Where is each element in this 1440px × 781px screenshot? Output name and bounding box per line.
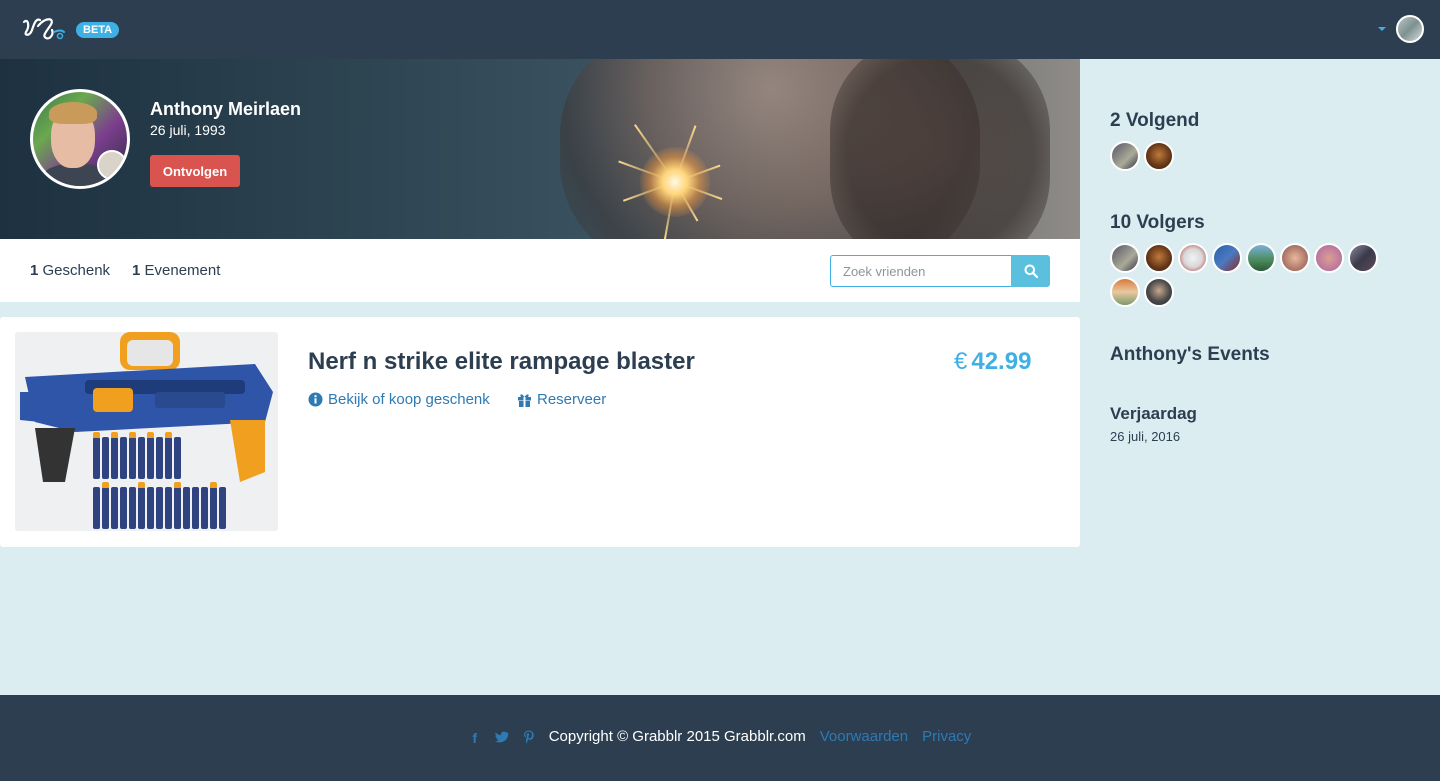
events-label: Evenement	[144, 262, 221, 279]
footer-copyright: Copyright © Grabblr 2015 Grabblr.com	[548, 728, 806, 745]
follower-avatar[interactable]	[1144, 277, 1174, 307]
gift-image[interactable]	[15, 332, 278, 531]
gift-card: Nerf n strike elite rampage blaster €42.…	[0, 317, 1080, 547]
follower-avatar[interactable]	[1110, 277, 1140, 307]
twitter-icon[interactable]	[494, 731, 509, 743]
following-avatar[interactable]	[1110, 141, 1140, 171]
terms-link[interactable]: Voorwaarden	[820, 728, 908, 745]
gift-price: €42.99	[954, 348, 1031, 376]
following-heading[interactable]: 2 Volgend	[1110, 110, 1199, 132]
follower-avatar[interactable]	[1178, 243, 1208, 273]
events-heading: Anthony's Events	[1110, 344, 1270, 365]
following-avatars	[1110, 141, 1410, 171]
price-amount: 42.99	[971, 348, 1032, 375]
reserve-gift-link[interactable]: Reserveer	[517, 391, 606, 408]
pinterest-icon[interactable]	[523, 730, 535, 744]
beta-badge: BETA	[76, 22, 120, 38]
privacy-link[interactable]: Privacy	[922, 728, 971, 745]
search-button[interactable]	[1011, 255, 1050, 287]
follower-avatar[interactable]	[1246, 243, 1276, 273]
reserve-gift-label: Reserveer	[537, 391, 607, 408]
profile-sidebar: 2 Volgend 10 Volgers Anthony's Events Ve…	[1080, 59, 1440, 695]
facebook-icon[interactable]: f	[469, 730, 481, 746]
cat-sticker	[97, 150, 127, 180]
stat-events[interactable]: 1 Evenement	[132, 262, 220, 279]
footer-row: f Copyright © Grabblr 2015 Grabblr.com V…	[0, 728, 1440, 746]
gift-title[interactable]: Nerf n strike elite rampage blaster	[308, 348, 695, 376]
profile-birthdate: 26 juli, 1993	[150, 122, 226, 138]
unfollow-button[interactable]: Ontvolgen	[150, 155, 240, 187]
events-count: 1	[132, 262, 141, 279]
event-date: 26 juli, 2016	[1110, 429, 1181, 444]
profile-name: Anthony Meirlaen	[150, 99, 302, 119]
top-navbar: BETA	[0, 0, 1440, 59]
follower-avatar[interactable]	[1212, 243, 1242, 273]
follower-avatar[interactable]	[1280, 243, 1310, 273]
follower-avatar[interactable]	[1348, 243, 1378, 273]
profile-stats-bar: 1 Geschenk 1 Evenement	[0, 239, 1080, 302]
view-or-buy-gift-label: Bekijk of koop geschenk	[328, 391, 490, 408]
grabblr-logo-icon[interactable]	[20, 12, 68, 46]
user-avatar[interactable]	[1396, 15, 1424, 43]
social-links: f	[469, 730, 535, 746]
caret-down-icon[interactable]	[1378, 27, 1386, 31]
cover-image-hair	[830, 59, 1050, 239]
price-currency: €	[954, 348, 968, 375]
gifts-label: Geschenk	[42, 262, 111, 279]
nerf-blaster-illustration	[20, 332, 273, 529]
follower-avatar[interactable]	[1144, 243, 1174, 273]
follower-avatar[interactable]	[1314, 243, 1344, 273]
followers-heading[interactable]: 10 Volgers	[1110, 212, 1205, 234]
followers-avatars	[1110, 243, 1410, 307]
info-circle-icon	[308, 392, 323, 407]
search-friends-input[interactable]	[830, 255, 1011, 287]
follower-avatar[interactable]	[1110, 243, 1140, 273]
search-icon	[1024, 264, 1038, 278]
gift-icon	[518, 394, 531, 407]
profile-cover	[0, 59, 1080, 239]
gifts-count: 1	[30, 262, 39, 279]
view-or-buy-gift-link[interactable]: Bekijk of koop geschenk	[308, 391, 490, 408]
event-title[interactable]: Verjaardag	[1110, 404, 1197, 424]
profile-avatar	[30, 89, 130, 189]
stat-gifts[interactable]: 1 Geschenk	[30, 262, 110, 279]
page-footer: f Copyright © Grabblr 2015 Grabblr.com V…	[0, 695, 1440, 781]
following-avatar[interactable]	[1144, 141, 1174, 171]
